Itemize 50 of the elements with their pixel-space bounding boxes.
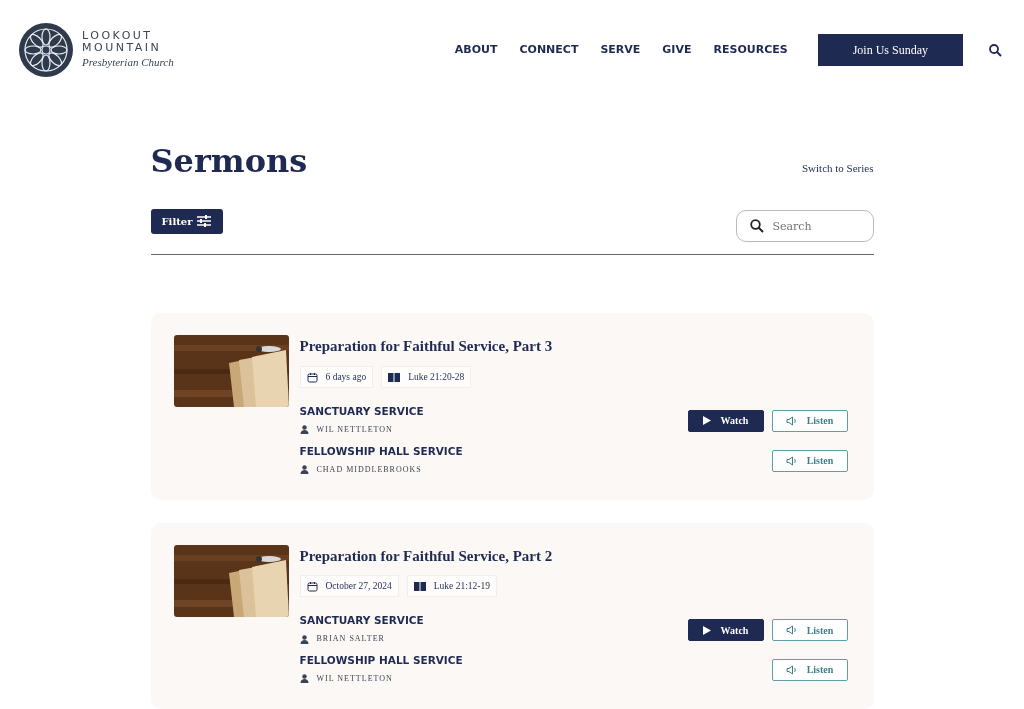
play-icon xyxy=(702,416,711,426)
speaker-icon xyxy=(785,625,797,636)
book-icon xyxy=(388,372,401,382)
logo-text: MOUNTAIN xyxy=(82,41,163,54)
nav-link[interactable]: CONNECT xyxy=(519,41,579,59)
speaker-icon xyxy=(785,415,797,426)
calendar-icon xyxy=(306,580,318,592)
speaker-icon xyxy=(785,455,797,466)
scripture-passage: Luke 21:12-19 xyxy=(433,580,490,594)
nav-link[interactable]: GIVE xyxy=(662,41,692,59)
sliders-icon xyxy=(196,214,213,229)
search-icon[interactable] xyxy=(989,43,1002,57)
service-name: SANCTUARY SERVICE xyxy=(299,404,424,420)
filter-button[interactable]: Filter xyxy=(150,208,224,234)
book-icon xyxy=(413,581,426,592)
search-field[interactable]: Search xyxy=(735,210,874,243)
speaker-name: WIL NETTLETON xyxy=(316,672,393,685)
person-icon xyxy=(299,465,309,475)
logo-text: LOOKOUT xyxy=(82,29,154,42)
calendar-icon xyxy=(306,371,318,383)
person-icon xyxy=(299,634,309,644)
nav-link[interactable]: RESOURCES xyxy=(713,41,788,59)
speaker-name: CHAD MIDDLEBROOKS xyxy=(316,463,422,476)
watch-button[interactable]: Watch xyxy=(687,619,764,642)
speaker-name: WIL NETTLETON xyxy=(316,423,393,436)
listen-button[interactable]: Listen xyxy=(771,449,848,472)
listen-button[interactable]: Listen xyxy=(771,619,848,642)
nav-link[interactable]: ABOUT xyxy=(454,41,498,59)
sermon-title[interactable]: Preparation for Faithful Service, Part 3 xyxy=(299,335,848,358)
switch-to-series-link[interactable]: Switch to Series xyxy=(802,159,874,177)
service-name: SANCTUARY SERVICE xyxy=(299,613,424,629)
logo-subtitle: Presbyterian Church xyxy=(82,54,174,70)
speaker-name: BRIAN SALTER xyxy=(316,633,385,646)
page-title: Sermons xyxy=(150,142,308,181)
play-icon xyxy=(702,625,711,635)
sermon-title[interactable]: Preparation for Faithful Service, Part 2 xyxy=(299,544,848,568)
sermon-date: October 27, 2024 xyxy=(325,580,392,594)
sermon-date: 6 days ago xyxy=(325,370,367,384)
service-name: FELLOWSHIP HALL SERVICE xyxy=(299,443,463,459)
person-icon xyxy=(299,425,309,435)
person-icon xyxy=(299,674,309,684)
speaker-icon xyxy=(785,664,797,675)
nav-link[interactable]: SERVE xyxy=(600,41,641,59)
listen-button[interactable]: Listen xyxy=(771,658,848,681)
join-us-button[interactable]: Join Us Sunday xyxy=(817,34,963,66)
service-name: FELLOWSHIP HALL SERVICE xyxy=(299,653,463,669)
watch-button[interactable]: Watch xyxy=(687,409,764,432)
rose-window-logo-icon xyxy=(18,22,74,78)
scripture-passage: Luke 21:20-28 xyxy=(408,370,465,384)
listen-button[interactable]: Listen xyxy=(771,409,848,432)
